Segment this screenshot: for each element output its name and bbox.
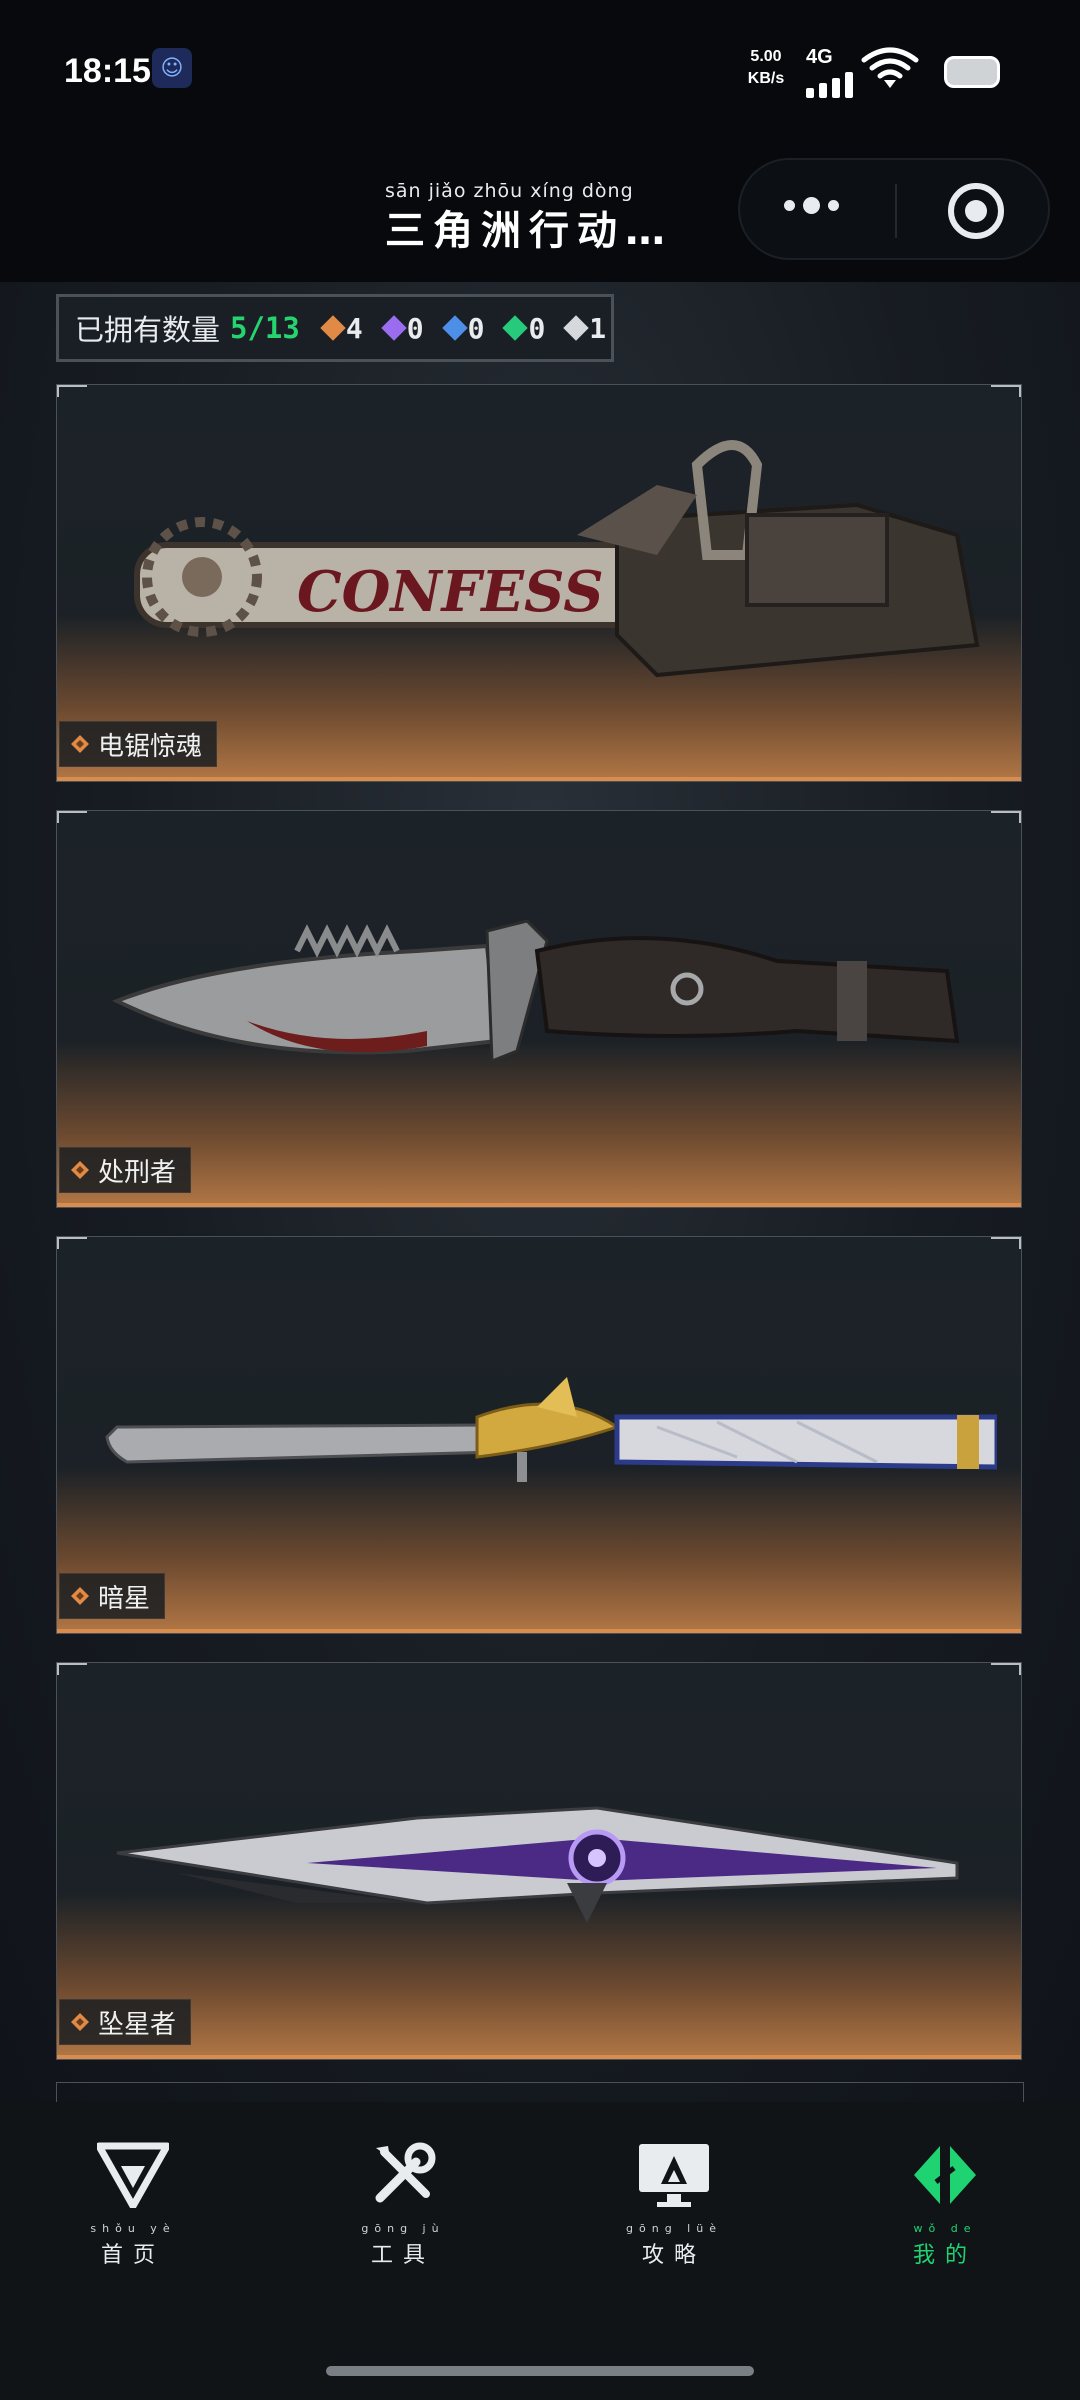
nav-tools[interactable]: gōng jù 工具 (313, 2142, 493, 2269)
wifi-icon (861, 47, 919, 88)
nav-home-pinyin: shǒu yè (90, 2222, 176, 2235)
orange-gem-icon (71, 2013, 89, 2031)
orange-gem-icon (71, 1161, 89, 1179)
signal-icon (806, 72, 853, 98)
nav-guide-pinyin: gōng lüè (626, 2222, 722, 2235)
purple-gem-icon (380, 315, 407, 341)
rarity-orange: 4 (320, 312, 363, 345)
gold-eagle-knife-image (105, 1377, 997, 1482)
item-card-dark-star[interactable]: 暗星 (56, 1236, 1022, 1634)
rarity-purple: 0 (380, 312, 424, 345)
home-logo-icon (97, 2142, 169, 2208)
item-name: 坠星者 (98, 2009, 177, 2040)
rarity-green: 0 (502, 312, 545, 345)
net-speed-unit: KB/s (747, 70, 785, 87)
network-type: 4G (806, 46, 833, 68)
bottom-nav: shǒu yè 首页 gōng jù 工具 gōng lüè 攻略 wǒ de (0, 2102, 1080, 2400)
owned-value: 5/13 (230, 311, 300, 345)
nav-profile[interactable]: wǒ de 我的 (855, 2142, 1035, 2269)
green-gem-icon (502, 315, 529, 341)
item-name-tag: 暗星 (59, 1573, 166, 1619)
capsule-divider (895, 184, 897, 238)
nav-guide[interactable]: gōng lüè 攻略 (584, 2142, 764, 2269)
item-card-executioner[interactable]: 处刑者 (56, 810, 1022, 1208)
nav-profile-pinyin: wǒ de (913, 2222, 977, 2235)
tactical-knife-image (112, 919, 960, 1064)
guide-monitor-icon (639, 2144, 709, 2207)
miniapp-capsule (738, 158, 1050, 260)
item-name: 处刑者 (98, 1157, 177, 1188)
orange-gem-icon (71, 1587, 89, 1605)
blue-gem-icon (441, 315, 468, 341)
white-gem-icon (563, 315, 590, 341)
nav-tools-label: 工具 (370, 2243, 435, 2268)
net-speed: 5.00 KB/s (742, 46, 790, 90)
status-time: 18:15 (64, 52, 151, 90)
nav-tools-pinyin: gōng jù (361, 2222, 445, 2235)
nav-profile-label: 我的 (912, 2243, 977, 2268)
nav-home-label: 首页 (100, 2243, 165, 2268)
card-glow-line (57, 1203, 1021, 1207)
card-glow-line (57, 777, 1021, 781)
card-glow-line (57, 1629, 1021, 1633)
nav-guide-label: 攻略 (641, 2243, 706, 2268)
more-dots-icon[interactable] (784, 197, 839, 214)
item-name: 暗星 (98, 1583, 151, 1614)
battery-icon (944, 56, 1000, 88)
item-name-tag: 处刑者 (59, 1147, 192, 1193)
owned-count-bar: 已拥有数量 5/13 4 0 0 0 1 (56, 294, 614, 362)
collection-list[interactable]: 已拥有数量 5/13 4 0 0 0 1 CONFESS 电锯惊魂 处刑者 暗星… (0, 282, 1080, 2102)
page-title: 三角洲行动… (385, 208, 673, 254)
rarity-white: 1 (563, 312, 606, 345)
nav-home[interactable]: shǒu yè 首页 (43, 2142, 223, 2269)
item-name-tag: 坠星者 (59, 1999, 192, 2045)
item-name-tag: 电锯惊魂 (59, 721, 218, 767)
home-indicator[interactable] (326, 2366, 754, 2376)
chainsaw-image: CONFESS (134, 440, 980, 678)
status-bar: 18:15 ☺ 5.00 KB/s 4G (0, 0, 1080, 140)
item-name: 电锯惊魂 (98, 731, 203, 762)
tools-icon (375, 2142, 436, 2203)
profile-logo-icon (914, 2146, 976, 2204)
purple-blade-image (116, 1806, 959, 1923)
app-robot-icon: ☺ (152, 48, 192, 88)
card-glow-line (57, 2055, 1021, 2059)
item-card-chainsaw[interactable]: CONFESS 电锯惊魂 (56, 384, 1022, 782)
item-card-star-faller[interactable]: 坠星者 (56, 1662, 1022, 2060)
owned-label: 已拥有数量 (75, 313, 221, 347)
item-card-next-partial[interactable] (56, 2082, 1024, 2102)
chainsaw-engraving: CONFESS (297, 559, 604, 625)
net-speed-value: 5.00 (750, 48, 782, 65)
rarity-blue: 0 (441, 312, 484, 345)
close-ring-icon[interactable] (948, 183, 1004, 239)
orange-gem-icon (71, 735, 89, 753)
orange-gem-icon (320, 315, 346, 341)
